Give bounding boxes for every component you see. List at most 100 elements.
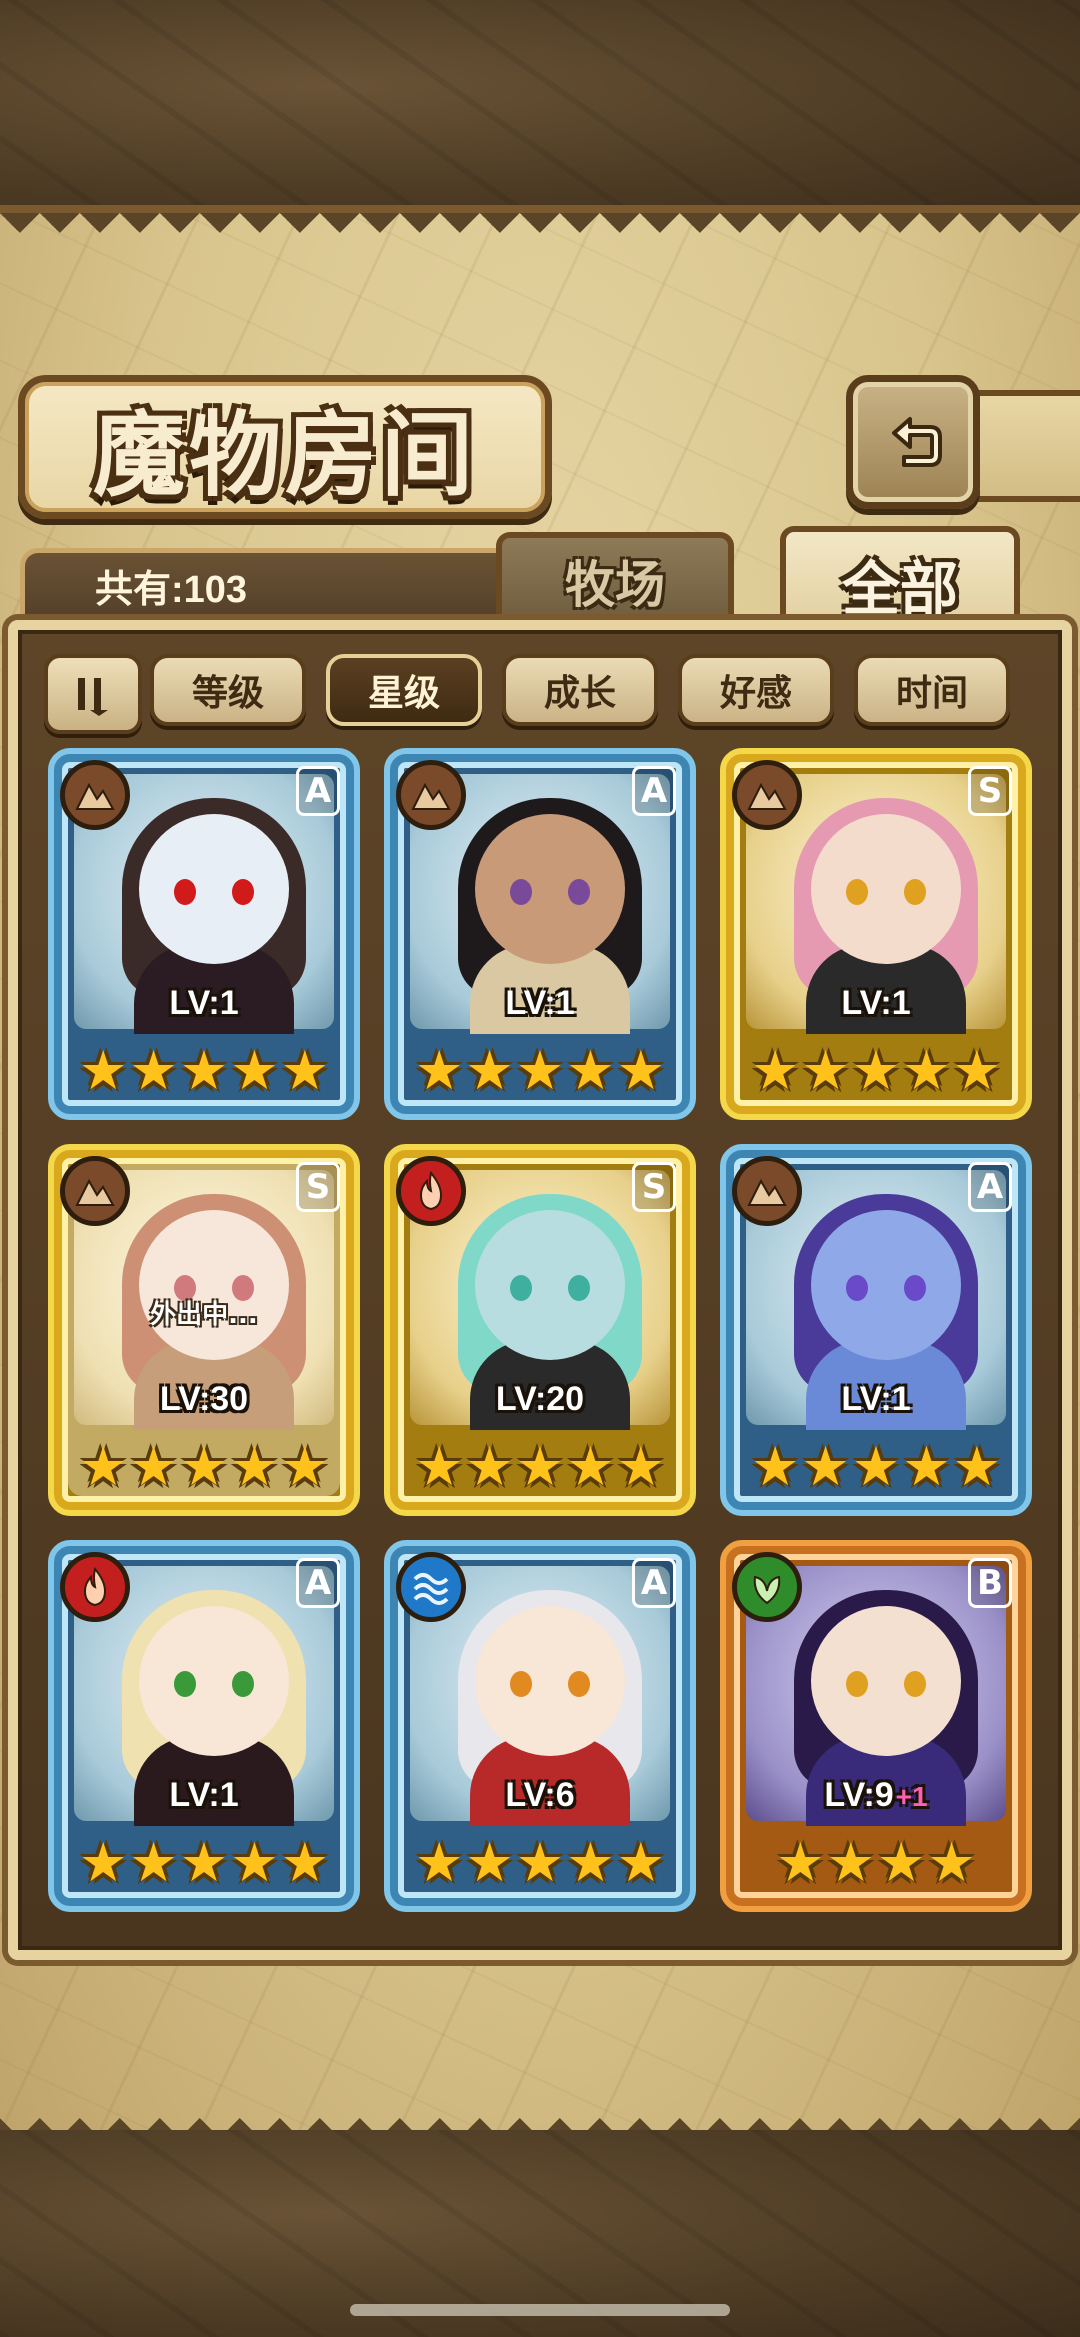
- star-icon: ★: [801, 1435, 850, 1498]
- tab-all-label: 全部: [841, 555, 958, 623]
- monster-count: 共有:103: [95, 569, 248, 611]
- background-top: [0, 0, 1080, 215]
- monster-face: [475, 1606, 625, 1756]
- sort-star-label: 星级: [367, 673, 440, 714]
- level-label: LV:1: [726, 1380, 1026, 1419]
- star-icon: ★: [826, 1831, 875, 1894]
- level-value: LV:20: [495, 1380, 585, 1418]
- star-icon: ★: [952, 1039, 1002, 1102]
- monster-card[interactable]: A LV:1 ★ ★ ★ ★ ★: [48, 748, 360, 1120]
- level-value: LV:6: [505, 1776, 575, 1814]
- level-value: LV:9: [824, 1776, 894, 1814]
- sort-star-button[interactable]: 星级: [326, 654, 482, 726]
- earth-icon: [396, 760, 466, 830]
- star-icon: ★: [280, 1435, 330, 1498]
- level-label: LV:1: [54, 1776, 354, 1815]
- star-icon: ★: [414, 1831, 464, 1894]
- monster-card[interactable]: B LV:9+1 ★ ★ ★ ★: [720, 1540, 1032, 1912]
- torn-edge-top: [0, 213, 1080, 253]
- rank-badge: S: [296, 1162, 340, 1212]
- monster-face: [475, 1210, 625, 1360]
- sort-time-button[interactable]: 时间: [854, 654, 1010, 726]
- sort-affection-button[interactable]: 好感: [678, 654, 834, 726]
- star-icon: ★: [566, 1831, 615, 1894]
- monster-eye: [510, 879, 532, 905]
- sort-growth-button[interactable]: 成长: [502, 654, 658, 726]
- star-rating: ★ ★ ★ ★ ★: [54, 1040, 354, 1102]
- earth-icon: [60, 1156, 130, 1226]
- level-value: LV:1: [169, 1776, 239, 1814]
- star-rating: ★ ★ ★ ★ ★: [390, 1436, 690, 1498]
- star-icon: ★: [129, 1435, 178, 1498]
- monster-card[interactable]: 外出中... S LV:30 ★ ★ ★ ★ ★: [48, 1144, 360, 1516]
- star-icon: ★: [465, 1831, 514, 1894]
- level-value: LV:1: [169, 984, 239, 1022]
- fire-icon: [60, 1552, 130, 1622]
- sort-order-toggle[interactable]: [44, 654, 142, 734]
- monster-eye: [232, 1671, 254, 1697]
- sort-time-label: 时间: [895, 673, 968, 714]
- monster-eye: [232, 879, 254, 905]
- return-arrow-icon: [892, 417, 942, 467]
- rank-badge: B: [968, 1558, 1012, 1608]
- earth-icon: [60, 760, 130, 830]
- star-icon: ★: [230, 1435, 279, 1498]
- monster-eye: [846, 879, 868, 905]
- star-icon: ★: [179, 1039, 229, 1102]
- star-rating: ★ ★ ★ ★ ★: [390, 1832, 690, 1894]
- rank-badge: A: [632, 1558, 676, 1608]
- star-icon: ★: [179, 1435, 229, 1498]
- earth-icon: [732, 1156, 802, 1226]
- star-icon: ★: [230, 1831, 279, 1894]
- star-icon: ★: [750, 1039, 800, 1102]
- star-icon: ★: [566, 1039, 615, 1102]
- star-icon: ★: [129, 1831, 178, 1894]
- star-icon: ★: [801, 1039, 850, 1102]
- level-label: LV:1: [54, 984, 354, 1023]
- star-icon: ★: [616, 1831, 666, 1894]
- star-rating: ★ ★ ★ ★ ★: [54, 1832, 354, 1894]
- monster-card[interactable]: A LV:6 ★ ★ ★ ★ ★: [384, 1540, 696, 1912]
- monster-card[interactable]: S LV:1 ★ ★ ★ ★ ★: [720, 748, 1032, 1120]
- tab-ranch-label: 牧场: [565, 555, 665, 614]
- star-icon: ★: [78, 1831, 128, 1894]
- monster-face: [811, 1606, 961, 1756]
- star-icon: ★: [78, 1039, 128, 1102]
- monster-card[interactable]: A LV:1 ★ ★ ★ ★ ★: [48, 1540, 360, 1912]
- star-icon: ★: [78, 1435, 128, 1498]
- star-rating: ★ ★ ★ ★ ★: [390, 1040, 690, 1102]
- monster-count-bar: 共有:103: [20, 548, 520, 618]
- monster-face: [139, 1606, 289, 1756]
- monster-eye: [174, 1671, 196, 1697]
- star-icon: ★: [902, 1435, 951, 1498]
- sort-affection-label: 好感: [719, 673, 792, 714]
- monster-eye: [568, 879, 590, 905]
- back-button-rail: [966, 390, 1080, 502]
- monster-eye: [510, 1275, 532, 1301]
- star-icon: ★: [851, 1039, 901, 1102]
- monster-card[interactable]: A LV:1 ★ ★ ★ ★ ★: [384, 748, 696, 1120]
- monster-eye: [904, 879, 926, 905]
- level-value: LV:1: [505, 984, 575, 1022]
- tab-ranch[interactable]: 牧场: [496, 532, 734, 624]
- star-icon: ★: [851, 1435, 901, 1498]
- monster-card[interactable]: A LV:1 ★ ★ ★ ★ ★: [720, 1144, 1032, 1516]
- star-icon: ★: [927, 1831, 976, 1894]
- monster-face: [475, 814, 625, 964]
- sort-growth-label: 成长: [543, 673, 616, 714]
- star-icon: ★: [280, 1039, 330, 1102]
- monster-card[interactable]: S LV:20 ★ ★ ★ ★ ★: [384, 1144, 696, 1516]
- rank-badge: A: [296, 1558, 340, 1608]
- monster-face: [811, 1210, 961, 1360]
- star-icon: ★: [230, 1039, 279, 1102]
- sort-level-button[interactable]: 等级: [150, 654, 306, 726]
- star-icon: ★: [515, 1039, 565, 1102]
- page-title: 魔物房间: [92, 400, 477, 509]
- level-label: LV:6: [390, 1776, 690, 1815]
- star-icon: ★: [566, 1435, 615, 1498]
- back-button[interactable]: [846, 375, 980, 509]
- star-icon: ★: [465, 1039, 514, 1102]
- rank-badge: S: [968, 766, 1012, 816]
- star-rating: ★ ★ ★ ★ ★: [726, 1436, 1026, 1498]
- monster-eye: [904, 1671, 926, 1697]
